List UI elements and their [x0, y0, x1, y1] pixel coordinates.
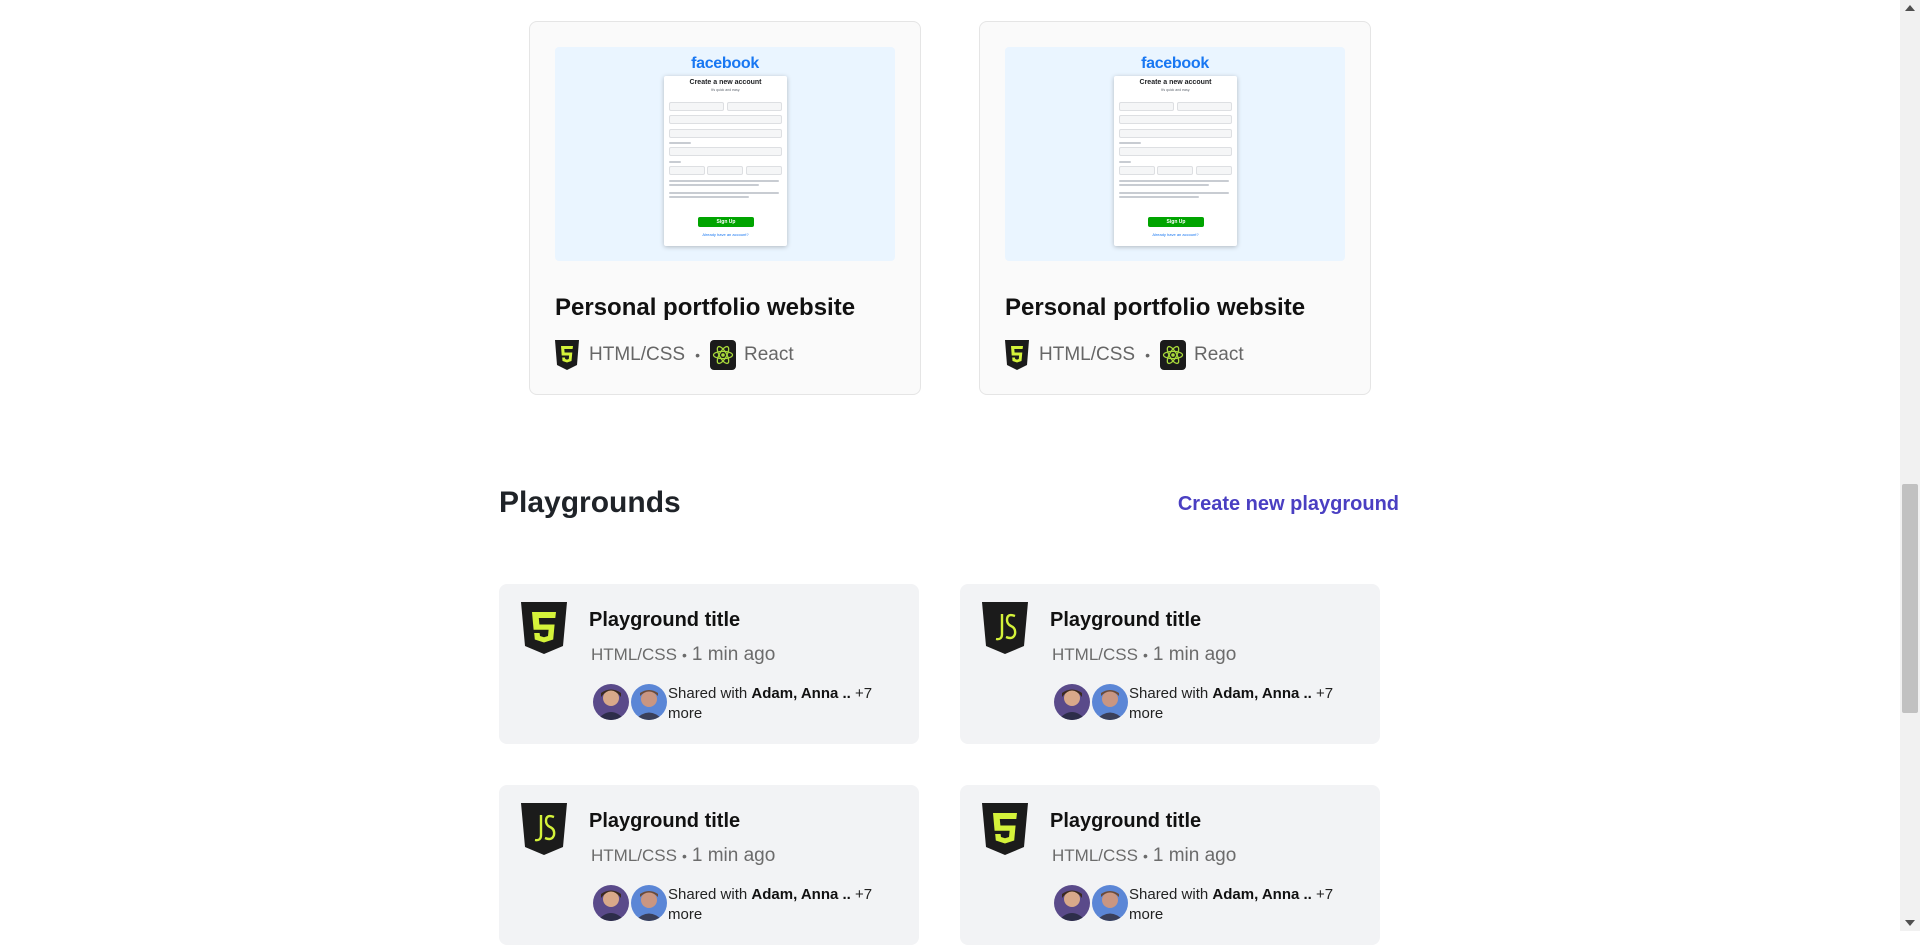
- shared-with: Shared with Adam, Anna .. +7 more: [1054, 885, 1354, 927]
- playground-card[interactable]: Playground title HTML/CSS • 1 min ago Sh…: [499, 584, 919, 744]
- javascript-icon: [521, 803, 567, 855]
- shared-names: Adam, Anna ..: [751, 886, 851, 903]
- avatar: [631, 885, 667, 921]
- avatar: [1054, 684, 1090, 720]
- project-title[interactable]: Personal portfolio website: [555, 294, 855, 322]
- avatar: [631, 684, 667, 720]
- avatar: [1092, 885, 1128, 921]
- playground-card[interactable]: Playground title HTML/CSS • 1 min ago Sh…: [960, 785, 1380, 945]
- avatar: [593, 885, 629, 921]
- playground-title[interactable]: Playground title: [1050, 609, 1201, 632]
- html5-icon: [555, 340, 579, 370]
- signup-form-preview: Create a new account It's quick and easy…: [1114, 76, 1237, 246]
- shared-names: Adam, Anna ..: [1212, 685, 1312, 702]
- playground-card[interactable]: Playground title HTML/CSS • 1 min ago Sh…: [960, 584, 1380, 744]
- shared-names: Adam, Anna ..: [751, 685, 851, 702]
- project-thumbnail: facebook Create a new account It's quick…: [1005, 47, 1345, 261]
- facebook-logo: facebook: [1141, 55, 1209, 72]
- project-card[interactable]: facebook Create a new account It's quick…: [979, 21, 1371, 395]
- playground-meta: HTML/CSS • 1 min ago: [1052, 644, 1237, 665]
- html5-icon: [1005, 340, 1029, 370]
- separator: •: [1145, 347, 1150, 363]
- project-title[interactable]: Personal portfolio website: [1005, 294, 1305, 322]
- tech-stack: HTML/CSS • React: [555, 340, 794, 370]
- shared-with: Shared with Adam, Anna .. +7 more: [593, 885, 893, 927]
- tech-label: HTML/CSS: [589, 344, 686, 365]
- tech-label: HTML/CSS: [1039, 344, 1136, 365]
- tech-label: React: [743, 344, 794, 365]
- facebook-logo: facebook: [691, 55, 759, 72]
- shared-with: Shared with Adam, Anna .. +7 more: [1054, 684, 1354, 726]
- tech-label: React: [1193, 344, 1244, 365]
- avatar: [593, 684, 629, 720]
- playground-meta: HTML/CSS • 1 min ago: [591, 644, 776, 665]
- javascript-icon: [982, 602, 1028, 654]
- playground-title[interactable]: Playground title: [589, 609, 740, 632]
- tech-stack: HTML/CSS • React: [1005, 340, 1244, 370]
- shared-names: Adam, Anna ..: [1212, 886, 1312, 903]
- scrollbar-thumb[interactable]: [1902, 484, 1918, 713]
- playground-meta: HTML/CSS • 1 min ago: [1052, 845, 1237, 866]
- react-icon: [1159, 340, 1186, 370]
- project-thumbnail: facebook Create a new account It's quick…: [555, 47, 895, 261]
- scroll-up-arrow-icon[interactable]: [1905, 5, 1915, 11]
- shared-with: Shared with Adam, Anna .. +7 more: [593, 684, 893, 726]
- vertical-scrollbar[interactable]: [1900, 0, 1920, 931]
- signup-form-preview: Create a new account It's quick and easy…: [664, 76, 787, 246]
- react-icon: [709, 340, 736, 370]
- avatar: [1092, 684, 1128, 720]
- avatar: [1054, 885, 1090, 921]
- scroll-down-arrow-icon[interactable]: [1905, 920, 1915, 926]
- section-title: Playgrounds: [499, 486, 681, 519]
- playground-title[interactable]: Playground title: [589, 810, 740, 833]
- html5-icon: [982, 803, 1028, 855]
- playground-meta: HTML/CSS • 1 min ago: [591, 845, 776, 866]
- playground-title[interactable]: Playground title: [1050, 810, 1201, 833]
- separator: •: [695, 347, 700, 363]
- playground-card[interactable]: Playground title HTML/CSS • 1 min ago Sh…: [499, 785, 919, 945]
- html5-icon: [521, 602, 567, 654]
- project-card[interactable]: facebook Create a new account It's quick…: [529, 21, 921, 395]
- create-playground-link[interactable]: Create new playground: [1178, 493, 1399, 516]
